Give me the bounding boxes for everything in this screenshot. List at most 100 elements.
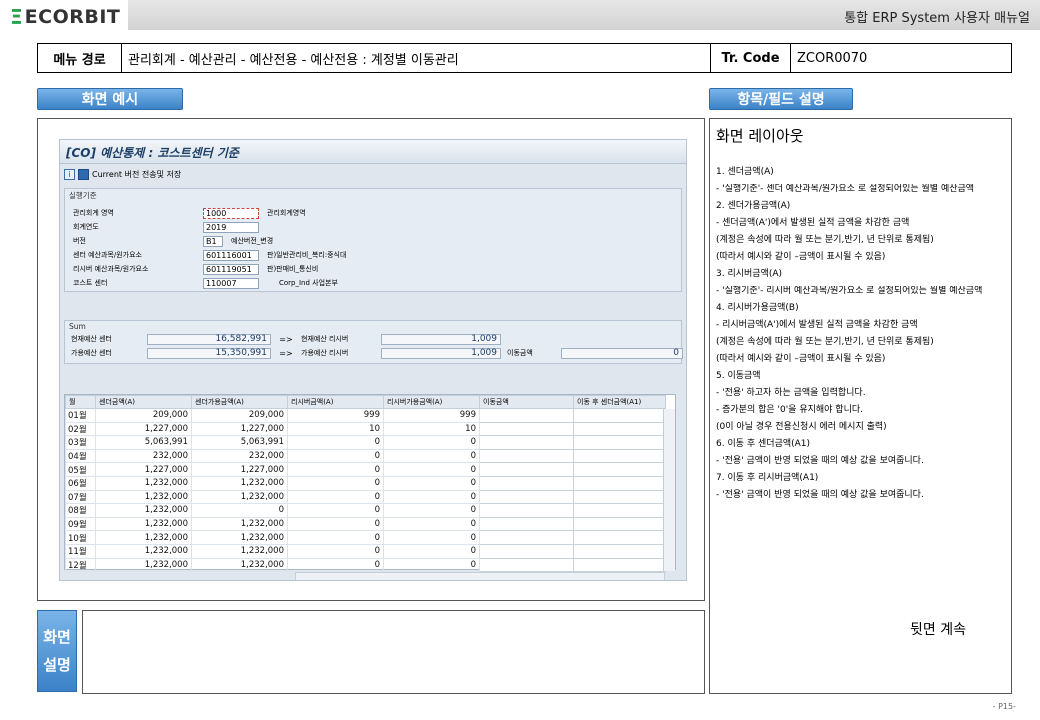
- editable-cell[interactable]: [479, 530, 574, 545]
- editable-cell[interactable]: [573, 448, 666, 464]
- editable-cell[interactable]: [573, 530, 666, 545]
- col-header[interactable]: 이동 후 센더금액(A1): [573, 395, 666, 409]
- editable-cell[interactable]: [573, 421, 666, 437]
- horizontal-scrollbar[interactable]: [295, 572, 665, 580]
- table-row[interactable]: 07월 1,232,000 1,232,000 0 0: [65, 489, 666, 505]
- editable-cell[interactable]: [479, 462, 574, 477]
- editable-cell[interactable]: [573, 462, 666, 477]
- amount-cell: 1,227,000: [191, 421, 288, 437]
- col-header[interactable]: 리시버가용금액(A): [383, 395, 480, 409]
- desc-line: (따라서 예시와 같이 –금액이 표시될 수 있음): [716, 354, 886, 364]
- page-number: - P15-: [992, 702, 1016, 711]
- amount-cell: 0: [287, 530, 384, 545]
- desc-line: - '실행기준'- 리시버 예산과목/원가요소 로 설정되어있는 월별 예산금액: [716, 286, 983, 296]
- month-cell: 02월: [65, 421, 96, 437]
- table-row[interactable]: 02월 1,227,000 1,227,000 10 10: [65, 421, 666, 437]
- editable-cell[interactable]: [573, 489, 666, 505]
- table-row[interactable]: 01월 209,000 209,000 999 999: [65, 408, 666, 423]
- field-description-panel: 화면 레이아웃 1. 센더금액(A) - '실행기준'- 센더 예산과목/원가요…: [709, 118, 1012, 694]
- desc-line: 1. 센더금액(A): [716, 167, 774, 177]
- amount-cell: 0: [383, 448, 480, 464]
- table-row[interactable]: 05월 1,227,000 1,227,000 0 0: [65, 462, 666, 477]
- editable-cell[interactable]: [573, 516, 666, 532]
- fiscal-year-input[interactable]: 2019: [203, 221, 259, 233]
- month-cell: 01월: [65, 408, 96, 423]
- desc-line: 7. 이동 후 리시버금액(A1): [716, 473, 819, 483]
- month-cell: 08월: [65, 503, 96, 518]
- desc-line: 2. 센더가용금액(A): [716, 201, 791, 211]
- screen-explanation-box: [82, 610, 705, 694]
- table-row[interactable]: 08월 1,232,000 0 0 0: [65, 503, 666, 518]
- desc-line: (계정은 속성에 따라 월 또는 분기,반기, 년 단위로 통제됨): [716, 235, 934, 245]
- editable-cell[interactable]: [573, 408, 666, 423]
- save-icon[interactable]: [78, 168, 89, 180]
- transfer-amount-total-field: 0: [561, 347, 683, 359]
- version-input[interactable]: B1: [203, 235, 223, 247]
- editable-cell[interactable]: [573, 435, 666, 450]
- receiver-cost-element-input[interactable]: 601119051: [203, 263, 259, 275]
- screen-example-panel: [CO] 예산통제 : 코스트센터 기준 i Current 버전 전송및 저장…: [37, 118, 705, 601]
- tr-code: ZCOR0070: [797, 50, 868, 66]
- grid-table: 월 센더금액(A) 센더가용금액(A) 리시버금액(A) 리시버가용금액(A) …: [65, 395, 666, 573]
- month-cell: 11월: [65, 543, 96, 559]
- cost-center-input[interactable]: 110007: [203, 277, 259, 289]
- editable-cell[interactable]: [479, 448, 574, 464]
- table-row[interactable]: 03월 5,063,991 5,063,991 0 0: [65, 435, 666, 450]
- save-current-version-button[interactable]: Current 버전 전송및 저장: [92, 169, 181, 180]
- col-header[interactable]: 센더금액(A): [95, 395, 192, 409]
- co-area-input[interactable]: 1000: [203, 207, 259, 219]
- month-cell: 05월: [65, 462, 96, 477]
- desc-line: - '실행기준'- 센더 예산과목/원가요소 로 설정되어있는 월별 예산금액: [716, 184, 975, 194]
- tr-code-label: Tr. Code: [711, 44, 791, 72]
- desc-line: (따라서 예시와 같이 –금액이 표시될 수 있음): [716, 252, 886, 262]
- menu-path-table: 메뉴 경로 관리회계 - 예산관리 - 예산전용 - 예산전용 : 계정별 이동…: [37, 43, 1012, 73]
- editable-cell[interactable]: [479, 421, 574, 437]
- amount-cell: 209,000: [191, 408, 288, 423]
- editable-cell[interactable]: [479, 543, 574, 559]
- company-logo: Ξ ECORBIT: [10, 5, 120, 29]
- criteria-row: 회계연도 2019: [73, 221, 267, 233]
- amount-cell: 10: [287, 421, 384, 437]
- table-row[interactable]: 06월 1,232,000 1,232,000 0 0: [65, 475, 666, 491]
- month-cell: 04월: [65, 448, 96, 464]
- table-row[interactable]: 09월 1,232,000 1,232,000 0 0: [65, 516, 666, 532]
- editable-cell[interactable]: [479, 516, 574, 532]
- editable-cell[interactable]: [573, 557, 666, 573]
- current-budget-sender-field: 16,582,991: [147, 333, 271, 345]
- amount-cell: 1,227,000: [95, 462, 192, 477]
- editable-cell[interactable]: [479, 475, 574, 491]
- amount-cell: 0: [287, 503, 384, 518]
- amount-cell: 232,000: [95, 448, 192, 464]
- table-row[interactable]: 11월 1,232,000 1,232,000 0 0: [65, 543, 666, 559]
- sender-cost-element-input[interactable]: 601116001: [203, 249, 259, 261]
- criteria-group: 실행기준 관리회계 영역 1000 관리회계영역 회계연도 2019 버전 B1…: [64, 188, 682, 292]
- amount-cell: 0: [383, 543, 480, 559]
- col-header[interactable]: 월: [65, 395, 96, 409]
- table-row[interactable]: 10월 1,232,000 1,232,000 0 0: [65, 530, 666, 545]
- editable-cell[interactable]: [479, 408, 574, 423]
- col-header[interactable]: 리시버금액(A): [287, 395, 384, 409]
- editable-cell[interactable]: [573, 475, 666, 491]
- editable-cell[interactable]: [479, 557, 574, 573]
- header-bar: 통합 ERP System 사용자 매뉴얼: [128, 0, 1040, 30]
- editable-cell[interactable]: [479, 503, 574, 518]
- vertical-scrollbar[interactable]: [663, 409, 675, 571]
- col-header[interactable]: 이동금액: [479, 395, 574, 409]
- editable-cell[interactable]: [479, 489, 574, 505]
- logo-icon: Ξ: [10, 5, 23, 29]
- sum-row: 현재예산 센터 16,582,991 => 현재예산 리시버 1,009: [71, 333, 501, 345]
- amount-cell: 5,063,991: [191, 435, 288, 450]
- amount-cell: 232,000: [191, 448, 288, 464]
- col-header[interactable]: 센더가용금액(A): [191, 395, 288, 409]
- editable-cell[interactable]: [573, 543, 666, 559]
- month-cell: 07월: [65, 489, 96, 505]
- amount-cell: 0: [287, 516, 384, 532]
- editable-cell[interactable]: [573, 503, 666, 518]
- table-row[interactable]: 04월 232,000 232,000 0 0: [65, 448, 666, 464]
- info-icon[interactable]: i: [64, 168, 75, 180]
- editable-cell[interactable]: [479, 435, 574, 450]
- table-row[interactable]: 12월 1,232,000 1,232,000 0 0: [65, 557, 666, 573]
- menu-path-label: 메뉴 경로: [38, 44, 122, 72]
- sap-toolbar: i Current 버전 전송및 저장: [60, 164, 686, 184]
- menu-path: 관리회계 - 예산관리 - 예산전용 - 예산전용 : 계정별 이동관리: [122, 44, 711, 72]
